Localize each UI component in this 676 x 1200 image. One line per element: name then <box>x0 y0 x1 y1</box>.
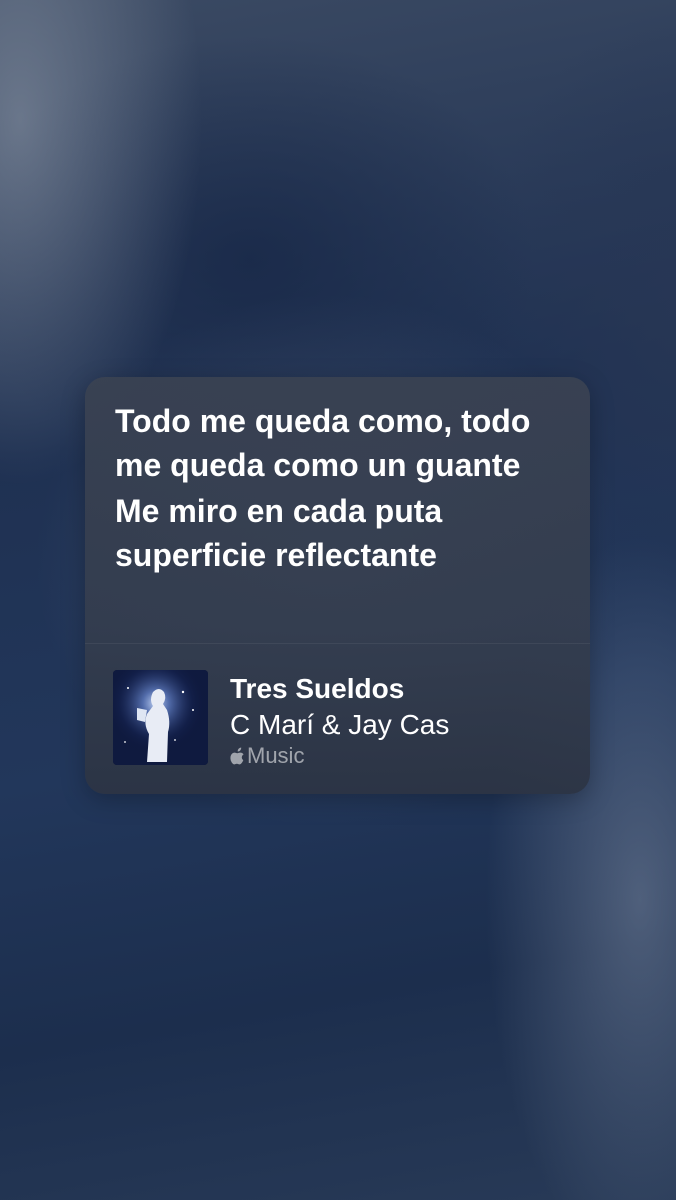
song-title: Tres Sueldos <box>230 673 405 704</box>
lyrics-block: Todo me queda como, todo me queda como u… <box>115 399 575 579</box>
song-info[interactable]: Tres Sueldos C Marí & Jay Cas Music <box>113 670 570 769</box>
lyric-line: Todo me queda como, todo me queda como u… <box>115 403 531 483</box>
divider <box>85 643 590 644</box>
album-artwork[interactable] <box>113 670 208 765</box>
album-artwork-image <box>113 670 208 765</box>
lyrics-share-card[interactable]: Todo me queda como, todo me queda como u… <box>85 377 590 794</box>
source-label: Music <box>247 743 305 768</box>
apple-music-badge: Music <box>230 743 304 769</box>
song-artist: C Marí & Jay Cas <box>230 709 450 740</box>
lyric-line: Me miro en cada puta superficie reflecta… <box>115 493 443 573</box>
apple-logo-icon <box>230 747 244 764</box>
